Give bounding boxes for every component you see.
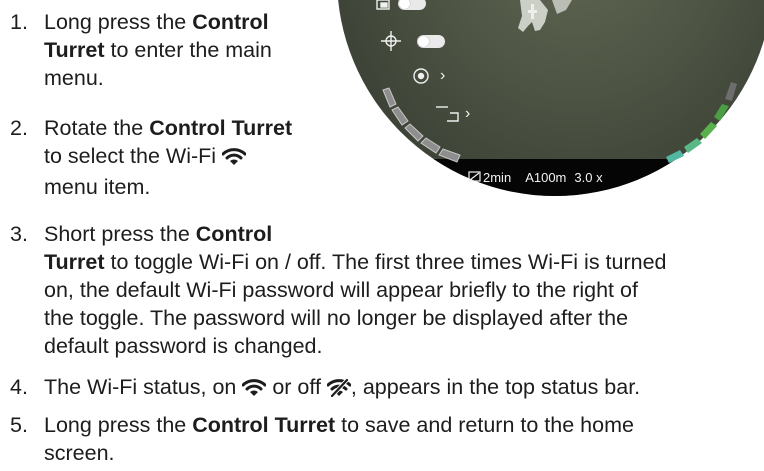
step-number: 2.: [10, 116, 28, 140]
text-run: to enter the main: [104, 38, 272, 62]
text-run: Long press the: [44, 413, 193, 437]
step-text: Rotate the Control Turret to select the …: [44, 114, 292, 201]
step-number: 4.: [10, 375, 28, 399]
step-number: 5.: [10, 413, 28, 437]
text-run: to save and return to the home: [335, 413, 634, 437]
step-line: Long press the Control: [44, 8, 272, 36]
step-line: Turret to enter the main: [44, 36, 272, 64]
wifi-off-icon: [326, 376, 352, 404]
wifi-on-icon: [221, 145, 247, 173]
text-run: Short press the: [44, 222, 196, 246]
step-text: Long press the Control Turret to save an…: [44, 411, 634, 467]
step-line: on, the default Wi-Fi password will appe…: [44, 276, 667, 304]
step-line: default password is changed.: [44, 332, 667, 360]
step-line: Turret to toggle Wi-Fi on / off. The fir…: [44, 248, 667, 276]
compass-icon: [381, 31, 401, 51]
bold-term: Turret: [44, 250, 105, 274]
text-run: menu.: [44, 66, 104, 90]
step-line: Long press the Control Turret to save an…: [44, 411, 634, 439]
step-line: screen.: [44, 439, 634, 467]
compass-toggle[interactable]: [417, 35, 445, 48]
menu-icon-picture: [376, 0, 390, 10]
step-line: to select the Wi-Fi: [44, 142, 292, 173]
text-run: screen.: [44, 441, 115, 465]
text-run: , appears in the top status bar.: [350, 375, 641, 399]
text-run: default password is changed.: [44, 334, 323, 358]
brightness-icon: [413, 68, 429, 84]
text-run: on, the default Wi-Fi password will appe…: [44, 278, 638, 302]
picture-toggle[interactable]: [398, 0, 426, 10]
text-run: or off: [266, 375, 327, 399]
bracket-chevron-icon[interactable]: ›: [465, 106, 470, 122]
viewfinder-status-text: 2min A100m 3.0 x: [483, 167, 603, 189]
text-run: The Wi-Fi status, on: [44, 375, 243, 399]
step-text: Short press the Control Turret to toggle…: [44, 220, 667, 360]
recording-time: 2min: [483, 170, 512, 185]
step-line: Rotate the Control Turret: [44, 114, 292, 142]
bold-term: Control: [195, 222, 273, 246]
step-line: menu.: [44, 64, 272, 92]
range-value: A100m: [525, 170, 567, 185]
step-line: The Wi-Fi status, on or off , appears in…: [44, 373, 640, 404]
bold-term: Turret: [44, 38, 105, 62]
wifi-on-icon: [241, 376, 267, 404]
text-run: menu item.: [44, 175, 151, 199]
step-text: The Wi-Fi status, on or off , appears in…: [44, 373, 640, 404]
text-run: the toggle. The password will no longer …: [44, 306, 629, 330]
step-line: Short press the Control: [44, 220, 667, 248]
step-number: 3.: [10, 222, 28, 246]
step-line: the toggle. The password will no longer …: [44, 304, 667, 332]
left-gauge-arc: [382, 87, 461, 163]
text-run: Rotate the: [44, 116, 150, 140]
text-run: to select the Wi-Fi: [44, 144, 223, 168]
step-line: menu item.: [44, 173, 292, 201]
step-number: 1.: [10, 10, 28, 34]
zoom-value: 3.0 x: [574, 170, 603, 185]
bold-term: Control: [192, 10, 269, 34]
recording-icon: [468, 171, 481, 182]
bold-term: Control Turret: [149, 116, 293, 140]
text-run: Long press the: [44, 10, 193, 34]
right-gauge-arc: [666, 82, 737, 163]
bracket-icon: [436, 106, 459, 122]
text-run: to toggle Wi-Fi on / off. The first thre…: [104, 250, 667, 274]
brightness-chevron-icon[interactable]: ›: [440, 68, 445, 84]
thermal-target: [518, 0, 572, 32]
step-text: Long press the Control Turret to enter t…: [44, 8, 272, 92]
bold-term: Control Turret: [192, 413, 336, 437]
